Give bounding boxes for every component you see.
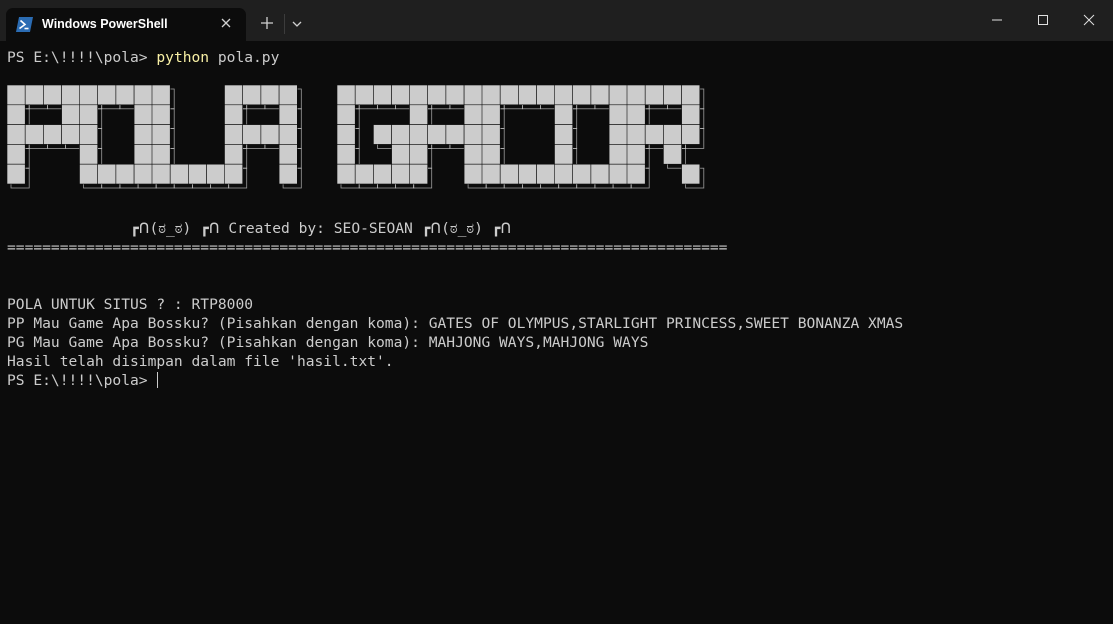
tab-title: Windows PowerShell (42, 17, 168, 31)
prompt-line: PS E:\!!!!\pola> python pola.py (7, 48, 279, 67)
banner-letter-o (554, 84, 632, 189)
ascii-banner (6, 84, 705, 189)
prompt-line-2: PS E:\!!!!\pola> (7, 371, 159, 390)
banner-letter-r (626, 84, 705, 189)
tab-windows-powershell[interactable]: Windows PowerShell (6, 8, 246, 41)
text-cursor (157, 372, 159, 388)
prompt: PS E:\!!!!\pola> (7, 49, 157, 66)
banner-letter-o (79, 84, 157, 189)
powershell-icon (16, 17, 33, 32)
command-args: pola.py (209, 49, 280, 66)
powershell-window: Windows PowerShell PS E:\!!!!\pola> pyth… (0, 0, 1113, 624)
separator-line: ========================================… (7, 239, 728, 256)
pg-game-line: PG Mau Game Apa Bossku? (Pisahkan dengan… (7, 334, 649, 351)
close-window-button[interactable] (1066, 0, 1112, 40)
banner-letter-l (151, 84, 230, 189)
close-window-icon (1083, 14, 1095, 26)
created-by-line: ┏ᑎ(ಠ_ಠ) ┏ᑎ Created by: SEO-SEOAN ┏ᑎ(ಠ_ಠ)… (7, 220, 512, 237)
close-icon[interactable] (218, 15, 234, 31)
banner-letter-p (6, 84, 85, 189)
plus-icon[interactable] (259, 15, 275, 31)
tab-separator (284, 14, 285, 34)
minimize-icon (992, 19, 1002, 21)
banner-letter-c (481, 84, 560, 189)
maximize-icon (1038, 15, 1048, 25)
result-line: Hasil telah disimpan dalam file 'hasil.t… (7, 353, 394, 370)
chevron-down-icon[interactable] (290, 16, 304, 30)
minimize-button[interactable] (974, 0, 1020, 40)
title-bar: Windows PowerShell (0, 0, 1113, 41)
pp-game-line: PP Mau Game Apa Bossku? (Pisahkan dengan… (7, 315, 904, 332)
banner-letter-a (224, 84, 302, 189)
banner-letter-a (409, 84, 487, 189)
command-name: python (156, 49, 210, 66)
situs-line: POLA UNTUK SITUS ? : RTP8000 (7, 296, 254, 313)
terminal-output[interactable]: PS E:\!!!!\pola> python pola.py ┏ᑎ(ಠ_ಠ) … (0, 41, 1113, 624)
banner-letter-g (336, 84, 415, 189)
maximize-button[interactable] (1020, 0, 1066, 40)
prompt: PS E:\!!!!\pola> (7, 372, 157, 389)
